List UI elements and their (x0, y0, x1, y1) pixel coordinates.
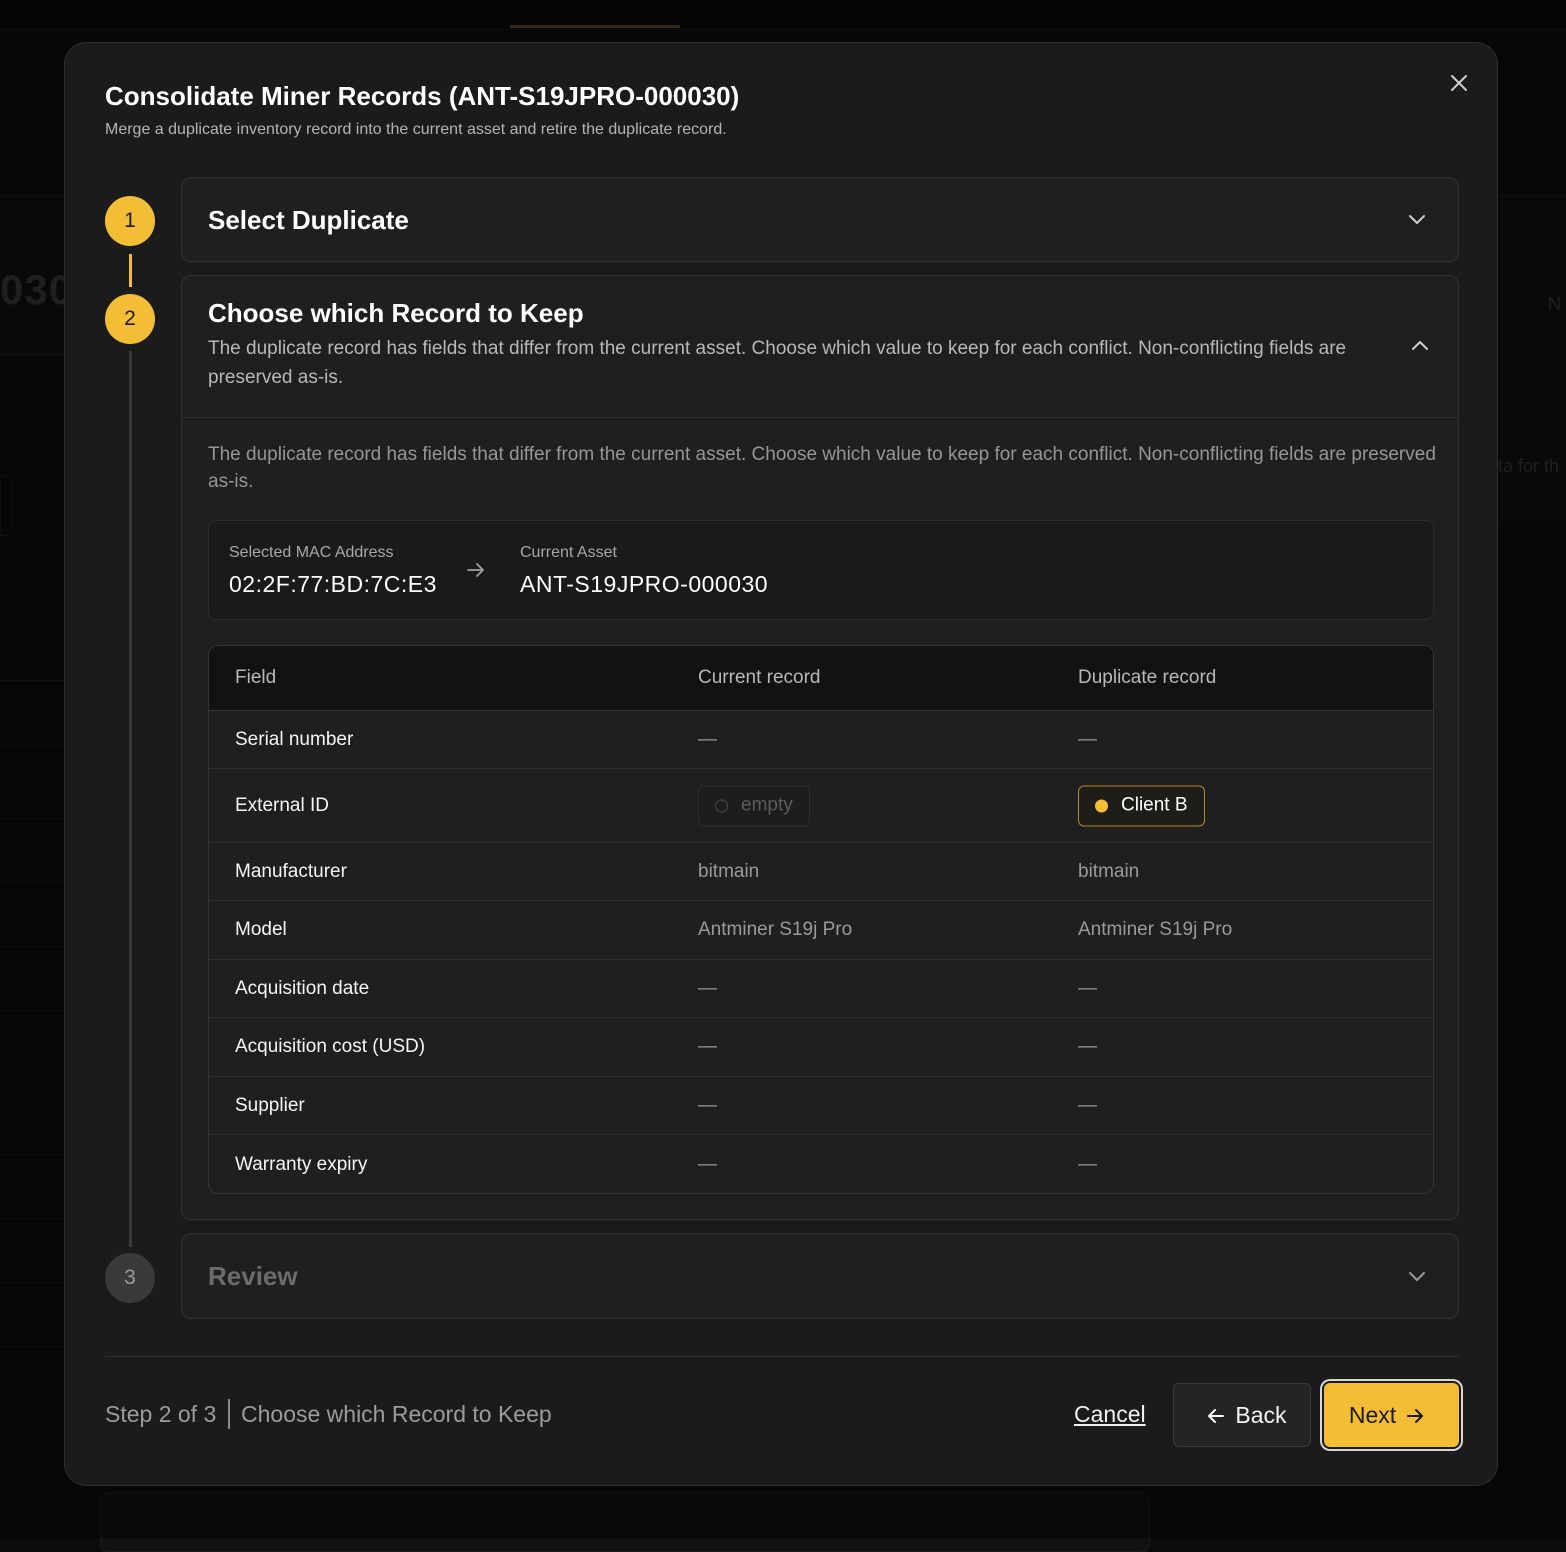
table-row: Serial number — — (209, 711, 1433, 769)
table-header: Field Current record Duplicate record (209, 646, 1433, 711)
close-icon[interactable] (1447, 71, 1471, 95)
current-asset-value: ANT-S19JPRO-000030 (520, 571, 768, 598)
current-value: — (698, 729, 717, 751)
duplicate-value: — (1078, 1095, 1097, 1117)
column-header-field: Field (235, 667, 276, 689)
step-3-indicator: 3 (105, 1253, 155, 1303)
step-3-section[interactable]: Review (181, 1233, 1459, 1319)
duplicate-value-option[interactable]: Client B (1078, 785, 1205, 826)
table-row: Manufacturer bitmain bitmain (209, 843, 1433, 901)
radio-selected-icon (1095, 799, 1108, 812)
duplicate-value: — (1078, 729, 1097, 751)
duplicate-value: bitmain (1078, 861, 1139, 883)
table-row: Supplier — — (209, 1077, 1433, 1135)
dialog-title: Consolidate Miner Records (ANT-S19JPRO-0… (105, 81, 739, 112)
arrow-left-icon (1206, 1405, 1226, 1425)
footer-divider (105, 1356, 1459, 1357)
radio-unselected-icon (715, 799, 728, 812)
chevron-up-icon[interactable] (1409, 335, 1431, 357)
step-3-title: Review (208, 1261, 298, 1292)
current-asset-label: Current Asset (520, 544, 617, 562)
field-name: Manufacturer (235, 861, 347, 883)
step-connector-completed (129, 254, 132, 287)
back-button[interactable]: Back (1173, 1383, 1311, 1447)
duplicate-value: Antminer S19j Pro (1078, 919, 1232, 941)
step-1-indicator: 1 (105, 196, 155, 246)
chevron-down-icon[interactable] (1406, 1265, 1428, 1287)
step-connector-pending (129, 351, 132, 1247)
step-1-title: Select Duplicate (208, 205, 409, 236)
next-button-label: Next (1349, 1402, 1396, 1429)
table-row-conflict: External ID empty Client B (209, 769, 1433, 843)
step-2-title: Choose which Record to Keep (208, 298, 584, 329)
dialog-subtitle: Merge a duplicate inventory record into … (105, 121, 727, 139)
current-value-option[interactable]: empty (698, 785, 810, 826)
current-value: — (698, 1036, 717, 1058)
conflict-table: Field Current record Duplicate record Se… (208, 645, 1434, 1194)
field-name: External ID (235, 795, 329, 817)
arrow-right-icon (1405, 1405, 1425, 1425)
consolidate-dialog: Consolidate Miner Records (ANT-S19JPRO-0… (64, 42, 1498, 1486)
duplicate-value: — (1078, 1036, 1097, 1058)
step-2-indicator: 2 (105, 294, 155, 344)
current-value: Antminer S19j Pro (698, 919, 852, 941)
step-1-section[interactable]: Select Duplicate (181, 177, 1459, 262)
selected-mac-value: 02:2F:77:BD:7C:E3 (229, 571, 437, 598)
field-name: Serial number (235, 729, 353, 751)
column-header-current: Current record (698, 667, 821, 689)
table-row: Acquisition date — — (209, 960, 1433, 1018)
column-header-duplicate: Duplicate record (1078, 667, 1216, 689)
field-name: Acquisition date (235, 978, 369, 1000)
step-2-body-description: The duplicate record has fields that dif… (208, 441, 1436, 495)
field-name: Model (235, 919, 287, 941)
selected-mac-label: Selected MAC Address (229, 544, 394, 562)
current-value: — (698, 1154, 717, 1176)
option-label: Client B (1121, 795, 1188, 817)
table-row: Model Antminer S19j Pro Antminer S19j Pr… (209, 901, 1433, 960)
table-row: Warranty expiry — — (209, 1135, 1433, 1194)
step-2-section: Choose which Record to Keep The duplicat… (181, 275, 1459, 1220)
mac-mapping-card: Selected MAC Address 02:2F:77:BD:7C:E3 C… (208, 520, 1434, 620)
cancel-button[interactable]: Cancel (1074, 1401, 1146, 1428)
current-value: — (698, 978, 717, 1000)
next-button[interactable]: Next (1324, 1383, 1459, 1447)
field-name: Supplier (235, 1095, 305, 1117)
current-value: — (698, 1095, 717, 1117)
option-label: empty (741, 795, 793, 817)
duplicate-value: — (1078, 1154, 1097, 1176)
arrow-right-icon (465, 559, 487, 581)
duplicate-value: — (1078, 978, 1097, 1000)
current-value: bitmain (698, 861, 759, 883)
step-2-header-description: The duplicate record has fields that dif… (208, 334, 1388, 392)
section-divider (182, 417, 1458, 418)
current-step-title: Choose which Record to Keep (241, 1401, 552, 1428)
field-name: Warranty expiry (235, 1154, 367, 1176)
step-counter: Step 2 of 3 (105, 1401, 216, 1428)
table-row: Acquisition cost (USD) — — (209, 1018, 1433, 1077)
chevron-down-icon[interactable] (1406, 208, 1428, 230)
footer-separator (228, 1399, 230, 1429)
back-button-label: Back (1235, 1402, 1286, 1429)
field-name: Acquisition cost (USD) (235, 1036, 425, 1058)
